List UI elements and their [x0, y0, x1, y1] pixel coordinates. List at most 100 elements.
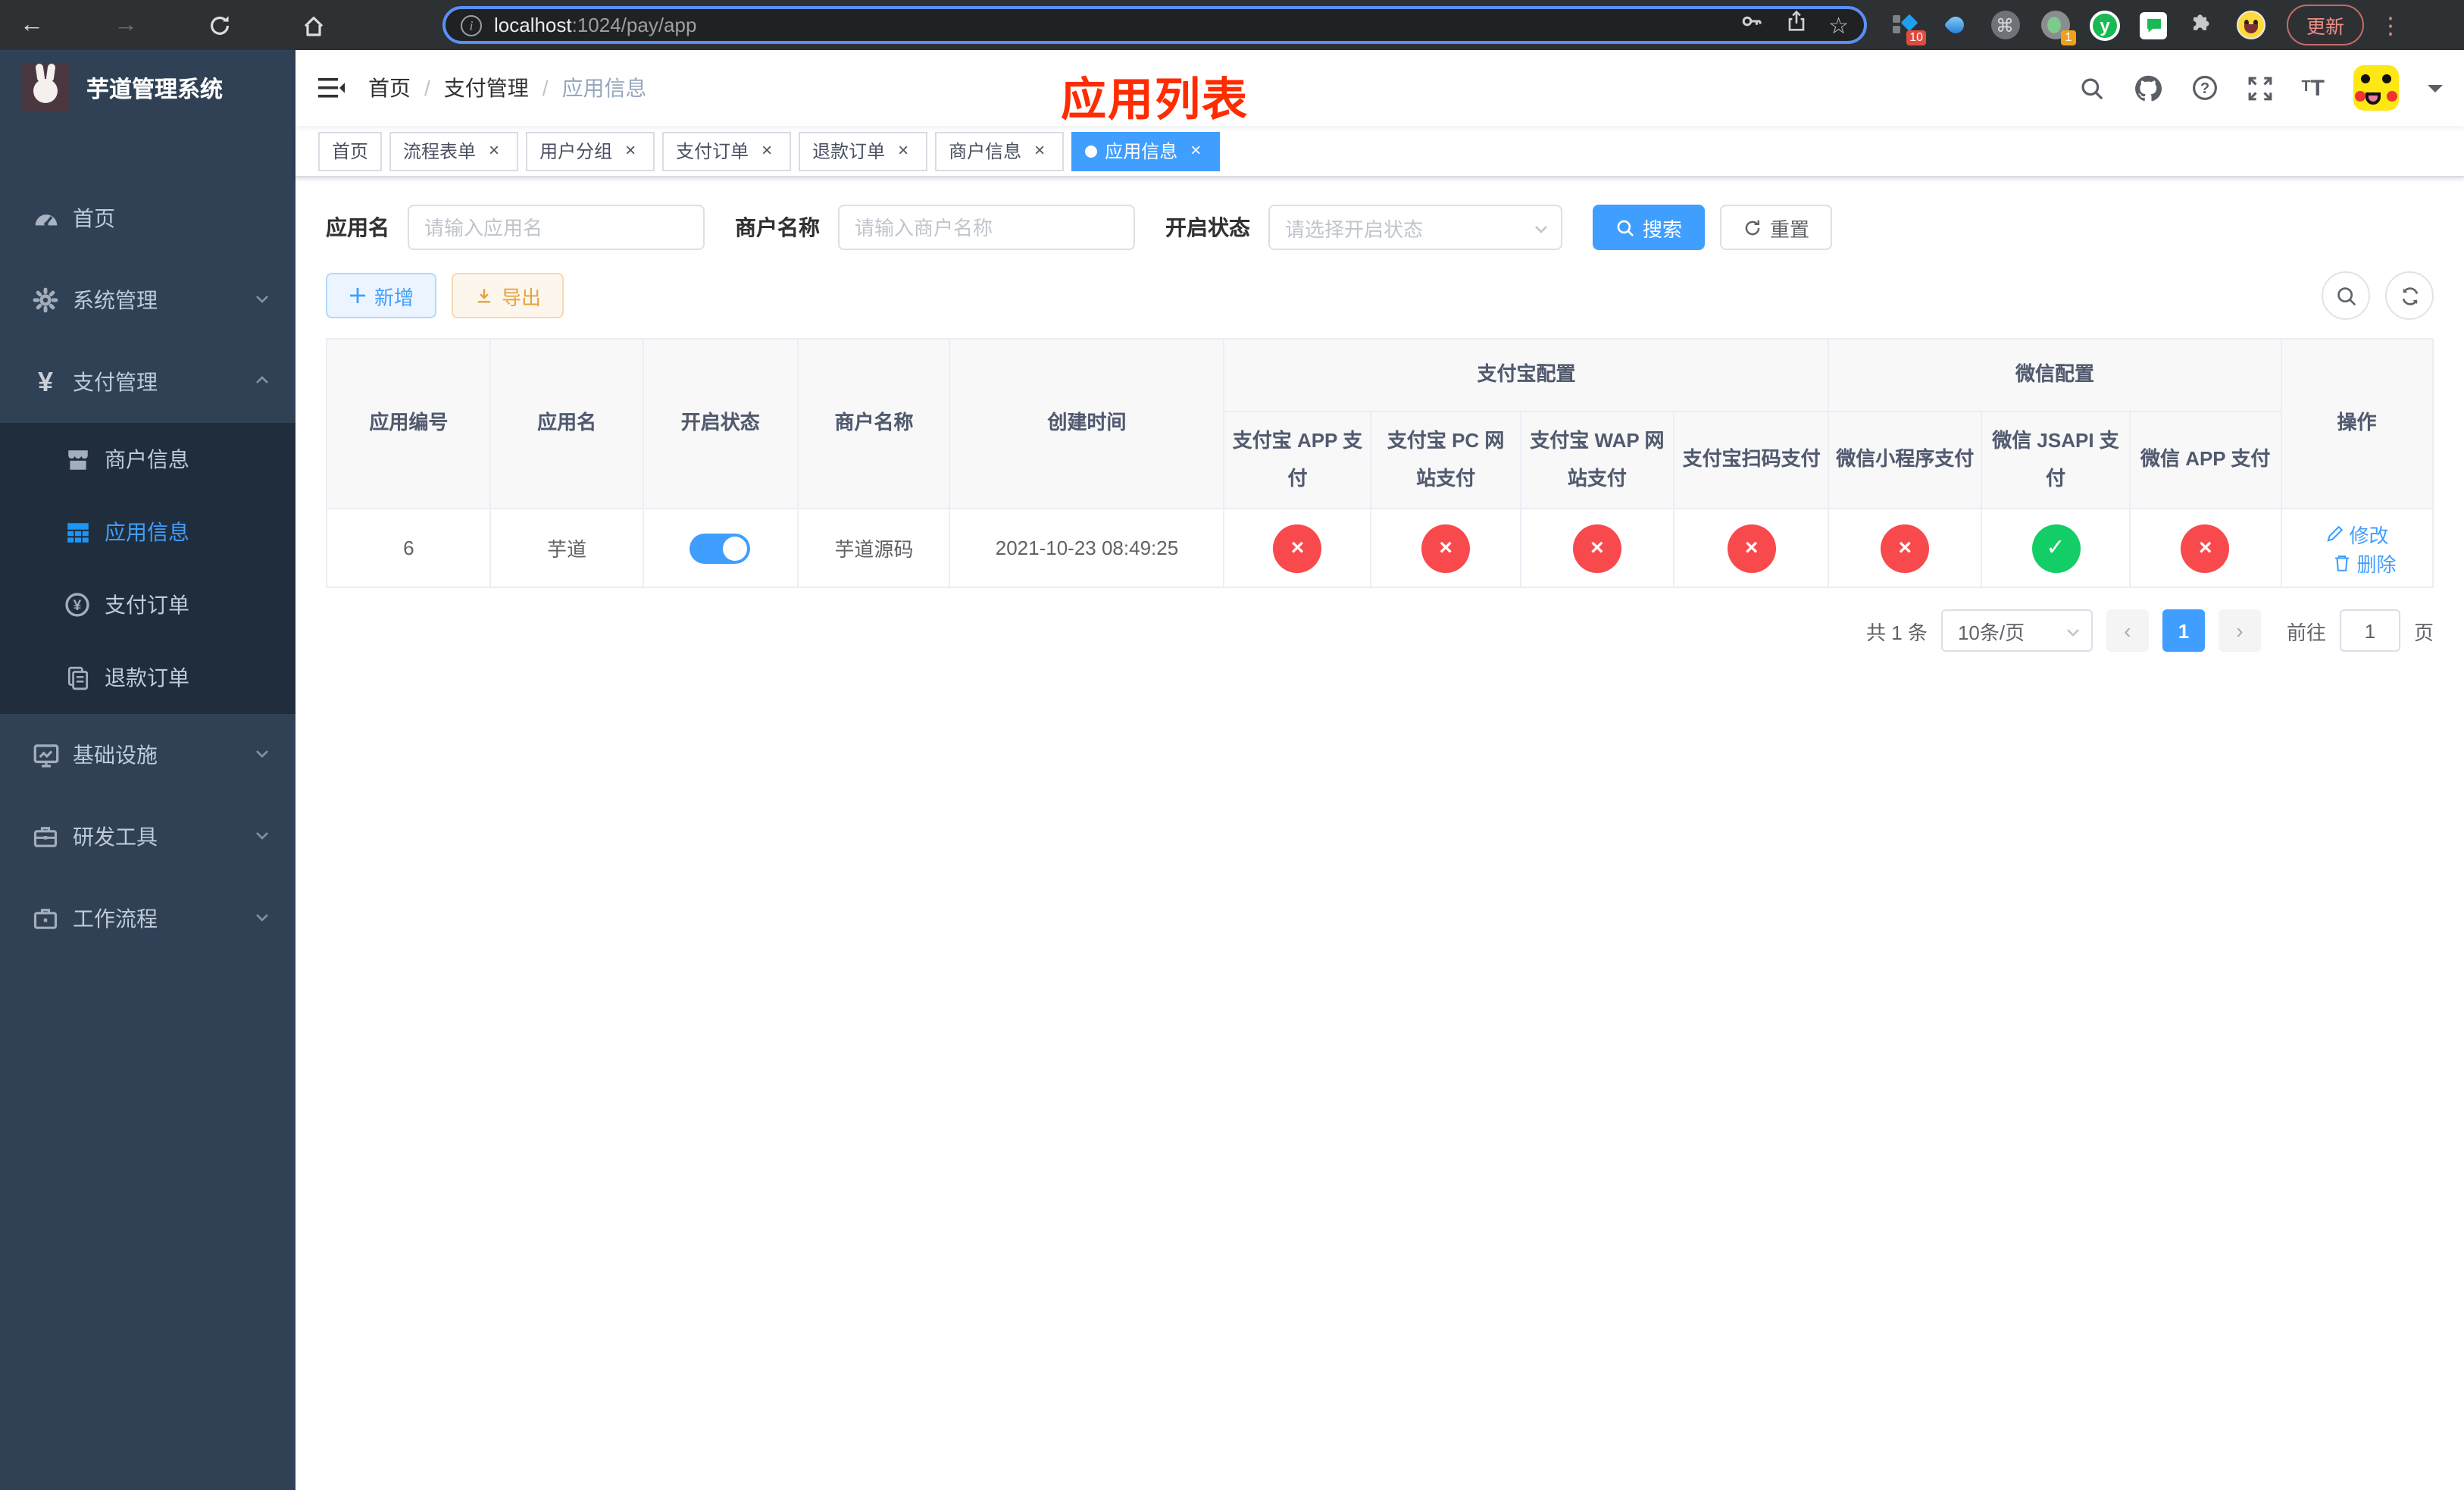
extension-kite-icon[interactable] — [1940, 10, 1970, 40]
app-name-label: 应用名 — [326, 215, 389, 239]
cell-app-id: 6 — [325, 508, 492, 588]
goto-label: 前往 — [2286, 621, 2326, 643]
extension-chat-icon[interactable] — [2140, 11, 2167, 39]
extension-y-icon[interactable]: y — [2090, 10, 2120, 40]
toolbox-icon — [30, 822, 61, 852]
tab-home[interactable]: 首页 — [318, 131, 383, 171]
chevron-down-icon — [253, 743, 271, 767]
sidebar-item-refund-order[interactable]: 退款订单 — [0, 641, 295, 714]
edit-button[interactable]: 修改 — [2325, 519, 2389, 548]
breadcrumb-pay[interactable]: 支付管理 — [444, 73, 529, 103]
close-icon[interactable]: × — [620, 139, 641, 161]
profile-avatar-icon[interactable] — [2237, 11, 2265, 39]
close-icon[interactable]: × — [893, 139, 914, 161]
refresh-button[interactable] — [2385, 271, 2434, 320]
tab-app-info[interactable]: 应用信息 × — [1071, 131, 1221, 171]
close-icon[interactable]: × — [483, 139, 505, 161]
url-host: localhost — [494, 14, 572, 36]
next-page-button[interactable]: › — [2218, 609, 2261, 652]
github-icon[interactable] — [2133, 74, 2162, 102]
extensions-row: 10 ⌘ 1 y — [1890, 10, 2265, 45]
sidebar-logo[interactable]: 芋道管理系统 — [0, 50, 295, 126]
browser-home-icon[interactable] — [297, 8, 330, 42]
col-status: 开启状态 — [642, 338, 799, 509]
close-icon[interactable]: × — [1185, 139, 1206, 161]
browser-forward-icon[interactable]: → — [109, 8, 142, 42]
sidebar-item-label: 支付管理 — [73, 370, 158, 394]
browser-reload-icon[interactable] — [203, 8, 236, 42]
sidebar-item-label: 首页 — [73, 206, 115, 230]
tab-process-form[interactable]: 流程表单 × — [389, 131, 519, 171]
goto-page-input[interactable] — [2339, 609, 2400, 652]
sidebar-toggle-icon[interactable] — [295, 76, 368, 100]
dashboard-icon — [30, 203, 61, 233]
chrome-update-button[interactable]: 更新 — [2287, 5, 2365, 45]
tab-user-group[interactable]: 用户分组 × — [526, 131, 655, 171]
search-button[interactable]: 搜索 — [1593, 205, 1706, 250]
status-cross-icon: × — [1273, 524, 1322, 572]
tab-pay-order[interactable]: 支付订单 × — [662, 131, 792, 171]
sidebar-item-home[interactable]: 首页 — [0, 177, 295, 259]
col-wx-jsapi: 微信 JSAPI 支付 — [1980, 411, 2131, 509]
documents-icon — [64, 664, 91, 691]
help-icon[interactable]: ? — [2190, 74, 2218, 102]
status-select[interactable]: 请选择开启状态 — [1268, 205, 1562, 250]
browser-back-icon[interactable]: ← — [15, 8, 48, 42]
tab-refund-order[interactable]: 退款订单 × — [799, 131, 928, 171]
sidebar-item-label: 应用信息 — [105, 520, 189, 544]
delete-button[interactable]: 删除 — [2333, 548, 2397, 577]
sidebar-item-infrastructure[interactable]: 基础设施 — [0, 714, 295, 796]
sidebar-item-pay-order[interactable]: ¥ 支付订单 — [0, 568, 295, 641]
sidebar-item-workflow[interactable]: 工作流程 — [0, 878, 295, 959]
extension-command-icon[interactable]: ⌘ — [1990, 10, 2020, 40]
tab-merchant-info[interactable]: 商户信息 × — [935, 131, 1065, 171]
app-name-input[interactable] — [408, 205, 705, 250]
app-title: 芋道管理系统 — [86, 77, 224, 102]
sidebar-item-system[interactable]: 系统管理 — [0, 259, 295, 341]
status-toggle[interactable] — [689, 533, 751, 563]
breadcrumb-home[interactable]: 首页 — [368, 73, 411, 103]
close-icon[interactable]: × — [756, 139, 777, 161]
reset-button[interactable]: 重置 — [1720, 205, 1833, 250]
close-icon[interactable]: × — [1029, 139, 1050, 161]
share-icon[interactable] — [1784, 9, 1807, 41]
password-key-icon[interactable] — [1739, 9, 1763, 41]
breadcrumb-current: 应用信息 — [561, 76, 647, 100]
sidebar-item-label: 退款订单 — [105, 665, 189, 690]
fullscreen-icon[interactable] — [2247, 75, 2272, 101]
extension-badge: 10 — [1906, 30, 1926, 45]
sidebar-item-label: 研发工具 — [73, 825, 158, 849]
font-size-icon[interactable]: TT — [2301, 77, 2325, 99]
user-menu-caret-icon[interactable] — [2428, 84, 2443, 99]
add-button[interactable]: 新增 — [326, 273, 437, 318]
sidebar-item-merchant-info[interactable]: 商户信息 — [0, 423, 295, 496]
cell-wx-app: × — [2129, 508, 2282, 588]
search-icon[interactable] — [2078, 75, 2104, 101]
page-size-select[interactable]: 10条/页 — [1940, 609, 2093, 652]
cell-create-time: 2021-10-23 08:49:25 — [949, 508, 1225, 588]
col-alipay-qr: 支付宝扫码支付 — [1673, 411, 1830, 509]
merchant-name-input[interactable] — [838, 205, 1135, 250]
toggle-search-button[interactable] — [2322, 271, 2370, 320]
col-actions: 操作 — [2280, 338, 2434, 509]
col-wx-lite: 微信小程序支付 — [1828, 411, 1982, 509]
chevron-down-icon — [253, 825, 271, 849]
extensions-puzzle-icon[interactable] — [2187, 10, 2217, 40]
sidebar-item-dev-tools[interactable]: 研发工具 — [0, 796, 295, 878]
sidebar-item-app-info[interactable]: 应用信息 — [0, 496, 295, 568]
browser-menu-icon[interactable]: ⋮ — [2379, 11, 2402, 39]
user-avatar[interactable] — [2353, 65, 2399, 111]
bookmark-star-icon[interactable]: ☆ — [1828, 11, 1849, 39]
col-group-alipay: 支付宝配置 — [1223, 338, 1830, 412]
export-button[interactable]: 导出 — [452, 273, 564, 318]
site-info-icon[interactable]: i — [461, 14, 482, 36]
prev-page-button[interactable]: ‹ — [2106, 609, 2149, 652]
address-bar[interactable]: i localhost:1024/pay/app ☆ — [442, 6, 1867, 44]
page-1-button[interactable]: 1 — [2162, 609, 2205, 652]
sidebar-item-pay[interactable]: ¥ 支付管理 — [0, 341, 295, 423]
page-content: 应用名 商户名称 开启状态 请选择开启状态 搜索 — [295, 177, 2464, 1490]
extension-blue-diamond-icon[interactable]: 10 — [1890, 10, 1926, 45]
cell-alipay-qr: × — [1673, 508, 1830, 588]
extension-avatar-icon[interactable]: 1 — [2040, 10, 2076, 45]
cell-status — [642, 508, 799, 588]
